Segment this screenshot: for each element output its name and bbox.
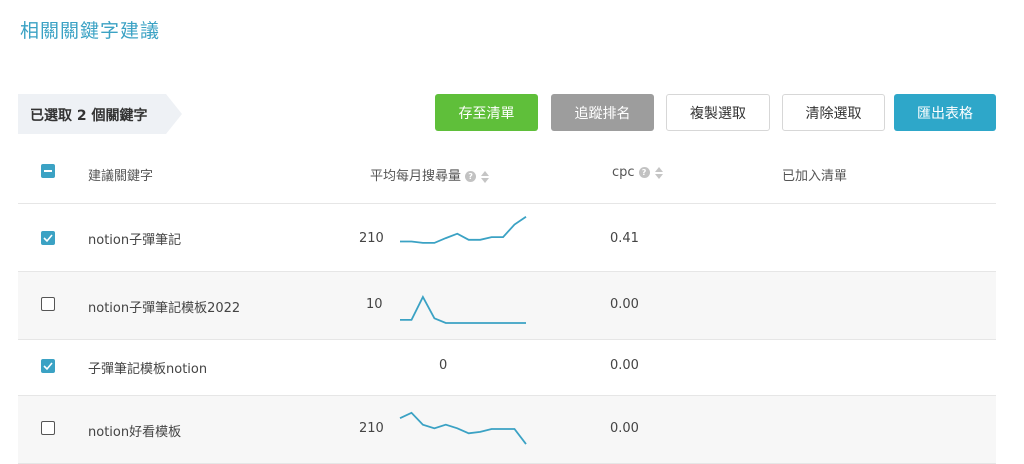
table-row: 210 notion好看模板 0.00 [18,396,996,464]
keyword-table: 建議關鍵字 平均每月搜尋量? cpc? 已加入清單 notion子彈筆記 210… [18,146,996,464]
trend-sparkline [400,295,526,324]
cpc-cell: 0.00 [610,358,639,373]
table-row: notion子彈筆記模板2022 10 0.00 [18,272,996,340]
keyword-cell[interactable]: notion好看模板 [88,421,181,440]
cpc-cell: 0.41 [610,231,639,246]
volume-cell: 0 [439,358,448,373]
selection-indicator: 已選取 2 個關鍵字 [18,94,182,134]
row-checkbox[interactable] [41,421,55,435]
header-added: 已加入清單 [782,169,848,184]
table-row: notion子彈筆記 210 0.41 [18,204,996,272]
check-icon [43,362,53,371]
selection-count: 已選取 2 個關鍵字 [30,108,148,124]
trend-sparkline [399,411,527,445]
sparkline-line [400,215,527,244]
minus-icon [44,170,52,172]
track-ranking-button[interactable]: 追蹤排名 [551,94,654,131]
select-all-checkbox[interactable] [41,164,55,178]
sort-icon[interactable] [481,170,490,183]
header-keyword: 建議關鍵字 [88,169,154,184]
header-volume[interactable]: 平均每月搜尋量? [370,165,490,184]
keyword-cell[interactable]: notion子彈筆記模板2022 [88,297,240,316]
row-checkbox[interactable] [41,359,55,373]
row-checkbox[interactable] [41,231,55,245]
header-cpc[interactable]: cpc? [612,165,663,180]
header-cpc-label: cpc [612,165,635,180]
sort-icon[interactable] [654,166,663,179]
page-title: 相關關鍵字建議 [20,20,161,42]
cpc-cell: 0.00 [610,421,639,436]
table-header: 建議關鍵字 平均每月搜尋量? cpc? 已加入清單 [18,146,996,204]
check-icon [43,234,53,243]
table-row: 子彈筆記模板notion 0 0.00 [18,340,996,396]
trend-sparkline [400,215,527,244]
volume-cell: 210 [359,231,384,246]
row-checkbox[interactable] [41,297,55,311]
volume-cell: 10 [366,297,383,312]
copy-selection-button[interactable]: 複製選取 [666,94,770,131]
cpc-cell: 0.00 [610,297,639,312]
sparkline-line [399,411,527,445]
help-icon[interactable]: ? [465,171,477,182]
help-icon[interactable]: ? [638,167,650,178]
keyword-cell[interactable]: notion子彈筆記 [88,229,181,248]
export-table-button[interactable]: 匯出表格 [894,94,996,131]
sparkline-line [400,295,526,324]
keyword-cell[interactable]: 子彈筆記模板notion [88,358,207,377]
save-to-list-button[interactable]: 存至清單 [435,94,538,131]
clear-selection-button[interactable]: 清除選取 [782,94,885,131]
header-volume-label: 平均每月搜尋量 [370,169,462,184]
volume-cell: 210 [359,421,384,436]
